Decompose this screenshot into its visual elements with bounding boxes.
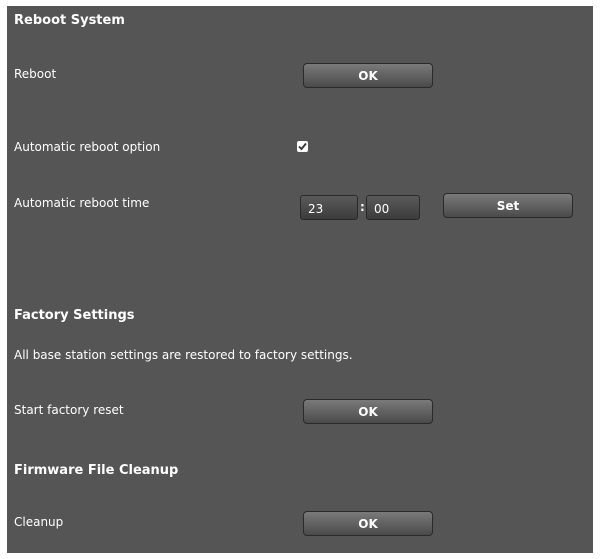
factory-settings-heading: Factory Settings [14,308,135,323]
firmware-cleanup-heading: Firmware File Cleanup [14,463,179,478]
checkmark-icon [298,142,307,151]
set-time-button[interactable]: Set [443,193,573,218]
reboot-minutes-input[interactable]: 00 [366,195,420,220]
reboot-hours-input[interactable]: 23 [300,195,358,220]
factory-description: All base station settings are restored t… [14,348,353,362]
auto-reboot-option-label: Automatic reboot option [14,140,161,154]
reboot-ok-button[interactable]: OK [303,63,433,88]
auto-reboot-time-label: Automatic reboot time [14,196,150,210]
cleanup-label: Cleanup [14,515,64,529]
factory-reset-label: Start factory reset [14,403,124,417]
cleanup-ok-button[interactable]: OK [303,511,433,536]
factory-reset-ok-button[interactable]: OK [303,399,433,424]
time-separator: : [360,200,365,214]
auto-reboot-checkbox[interactable] [297,141,308,152]
reboot-label: Reboot [14,67,57,81]
reboot-system-heading: Reboot System [14,13,125,28]
settings-panel: Reboot System Reboot OK Automatic reboot… [7,6,593,553]
